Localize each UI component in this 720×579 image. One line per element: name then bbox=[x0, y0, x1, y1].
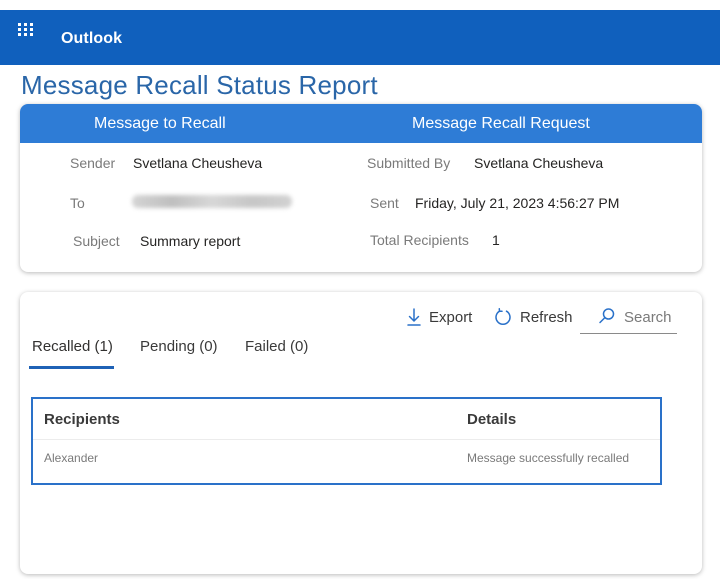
sender-value: Svetlana Cheusheva bbox=[133, 155, 263, 171]
to-label: To bbox=[70, 195, 85, 211]
recipients-table: Recipients Details Alexander Message suc… bbox=[31, 397, 662, 485]
header-divider bbox=[33, 439, 660, 440]
tab-pending[interactable]: Pending (0) bbox=[140, 338, 218, 355]
message-to-recall-header: Message to Recall bbox=[94, 115, 226, 132]
subject-value: Summary report bbox=[140, 233, 241, 249]
recall-results-card: Export Refresh Search Recalled (1) Pendi… bbox=[20, 292, 702, 574]
submitted-by-value: Svetlana Cheusheva bbox=[474, 155, 604, 171]
sent-value: Friday, July 21, 2023 4:56:27 PM bbox=[415, 195, 620, 211]
refresh-button[interactable]: Refresh bbox=[494, 308, 573, 326]
refresh-icon bbox=[494, 308, 512, 326]
submitted-by-label: Submitted By bbox=[367, 155, 451, 171]
app-name[interactable]: Outlook bbox=[61, 30, 122, 48]
message-details-card: Message to Recall Message Recall Request… bbox=[20, 104, 702, 272]
total-recipients-value: 1 bbox=[492, 232, 500, 248]
search-icon bbox=[598, 307, 616, 329]
export-button[interactable]: Export bbox=[407, 308, 472, 326]
total-recipients-label: Total Recipients bbox=[370, 232, 469, 248]
card-header: Message to Recall Message Recall Request bbox=[20, 104, 702, 143]
export-label: Export bbox=[429, 308, 473, 326]
to-value-redacted bbox=[132, 195, 292, 208]
details-cell: Message successfully recalled bbox=[467, 451, 630, 465]
app-launcher-icon[interactable] bbox=[18, 23, 34, 36]
recall-request-header: Message Recall Request bbox=[412, 115, 590, 132]
column-header-details: Details bbox=[467, 411, 517, 428]
active-tab-indicator bbox=[29, 366, 114, 369]
search-placeholder: Search bbox=[624, 309, 672, 326]
subject-label: Subject bbox=[73, 233, 120, 249]
sent-label: Sent bbox=[370, 195, 399, 211]
column-header-recipients: Recipients bbox=[44, 411, 120, 428]
tab-failed[interactable]: Failed (0) bbox=[245, 338, 308, 355]
sender-label: Sender bbox=[70, 155, 116, 171]
search-input[interactable]: Search bbox=[580, 302, 677, 334]
recipient-cell: Alexander bbox=[44, 451, 99, 465]
refresh-label: Refresh bbox=[520, 308, 573, 326]
download-icon bbox=[407, 308, 421, 326]
page-title: Message Recall Status Report bbox=[21, 70, 378, 100]
tab-recalled[interactable]: Recalled (1) bbox=[32, 338, 113, 355]
